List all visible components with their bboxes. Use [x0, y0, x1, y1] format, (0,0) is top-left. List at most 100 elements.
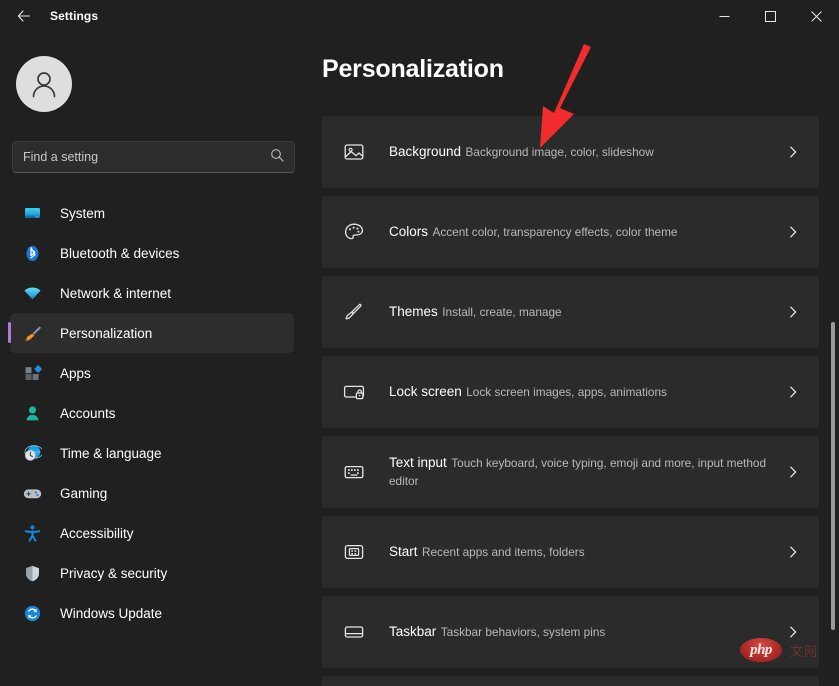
minimize-button[interactable]	[701, 0, 747, 32]
card-text: Themes Install, create, manage	[389, 303, 783, 321]
card-text: Background Background image, color, slid…	[389, 143, 783, 161]
chevron-right-icon	[783, 545, 803, 559]
search-placeholder: Find a setting	[23, 150, 99, 164]
clock-globe-icon	[22, 443, 42, 463]
app-title: Settings	[50, 9, 99, 23]
card-text: Colors Accent color, transparency effect…	[389, 223, 783, 241]
chevron-right-icon	[783, 625, 803, 639]
apps-icon	[22, 363, 42, 383]
settings-card-lock-screen[interactable]: Lock screen Lock screen images, apps, an…	[322, 356, 819, 428]
sidebar-item-label: Gaming	[60, 485, 108, 501]
shield-icon	[22, 563, 42, 583]
settings-card-background[interactable]: Background Background image, color, slid…	[322, 116, 819, 188]
scrollbar[interactable]	[831, 32, 835, 686]
sidebar-item-gaming[interactable]: Gaming	[10, 473, 294, 513]
card-subtitle: Accent color, transparency effects, colo…	[432, 225, 678, 239]
title-bar: Settings	[0, 0, 839, 32]
sidebar-item-apps[interactable]: Apps	[10, 353, 294, 393]
maximize-icon	[764, 10, 776, 22]
sidebar-item-label: Time & language	[60, 445, 162, 461]
page-title: Personalization	[322, 55, 504, 83]
sidebar-item-label: Personalization	[60, 325, 153, 341]
scrollbar-thumb[interactable]	[831, 322, 835, 630]
sidebar-item-label: Accessibility	[60, 525, 134, 541]
sidebar-item-label: Apps	[60, 365, 91, 381]
settings-card-fonts[interactable]: Fonts Install, manage	[322, 676, 819, 686]
back-arrow-icon	[17, 10, 30, 22]
sidebar-item-bluetooth-devices[interactable]: Bluetooth & devices	[10, 233, 294, 273]
start-icon	[340, 541, 368, 563]
card-title: Background	[389, 144, 462, 159]
brush-icon	[340, 301, 368, 323]
lock-screen-icon	[340, 381, 368, 403]
update-icon	[22, 603, 42, 623]
card-text: Lock screen Lock screen images, apps, an…	[389, 383, 783, 401]
sidebar-item-label: Privacy & security	[60, 565, 168, 581]
settings-card-list: Background Background image, color, slid…	[322, 116, 819, 686]
sidebar-item-label: Accounts	[60, 405, 116, 421]
sidebar-item-personalization[interactable]: Personalization	[8, 313, 294, 353]
card-text: Text input Touch keyboard, voice typing,…	[389, 454, 783, 490]
sidebar-item-time-language[interactable]: Time & language	[10, 433, 294, 473]
card-subtitle: Taskbar behaviors, system pins	[440, 625, 606, 639]
monitor-icon	[22, 203, 42, 223]
sidebar-item-label: Bluetooth & devices	[60, 245, 180, 261]
sidebar-item-accessibility[interactable]: Accessibility	[10, 513, 294, 553]
sidebar-item-accounts[interactable]: Accounts	[10, 393, 294, 433]
back-button[interactable]	[8, 0, 40, 32]
settings-card-start[interactable]: Start Recent apps and items, folders	[322, 516, 819, 588]
gamepad-icon	[22, 483, 42, 503]
settings-card-text-input[interactable]: Text input Touch keyboard, voice typing,…	[322, 436, 819, 508]
palette-icon	[340, 221, 368, 243]
image-icon	[340, 141, 368, 163]
keyboard-icon	[340, 461, 368, 483]
chevron-right-icon	[783, 305, 803, 319]
sidebar-item-label: Windows Update	[60, 605, 163, 621]
chevron-right-icon	[783, 465, 803, 479]
card-text: Taskbar Taskbar behaviors, system pins	[389, 623, 783, 641]
sidebar-item-network-internet[interactable]: Network & internet	[10, 273, 294, 313]
main-content: Personalization Background Background im…	[310, 32, 839, 686]
sidebar-item-system[interactable]: System	[10, 193, 294, 233]
paintbrush-icon	[22, 323, 42, 343]
close-icon	[810, 10, 822, 22]
sidebar-nav: System Bluetooth & devices Network & int…	[0, 193, 310, 633]
user-avatar-icon	[32, 72, 56, 98]
card-subtitle: Install, create, manage	[442, 305, 562, 319]
card-title: Text input	[389, 455, 447, 470]
chevron-right-icon	[783, 385, 803, 399]
watermark-chinese-text: 文网	[790, 644, 819, 659]
search-input[interactable]: Find a setting	[12, 141, 295, 173]
chevron-right-icon	[783, 145, 803, 159]
minimize-icon	[719, 15, 729, 17]
sidebar-item-windows-update[interactable]: Windows Update	[10, 593, 294, 633]
card-subtitle: Lock screen images, apps, animations	[466, 385, 667, 399]
php-watermark: php	[740, 638, 782, 662]
settings-card-themes[interactable]: Themes Install, create, manage	[322, 276, 819, 348]
card-subtitle: Recent apps and items, folders	[421, 545, 585, 559]
settings-card-colors[interactable]: Colors Accent color, transparency effect…	[322, 196, 819, 268]
card-title: Taskbar	[389, 624, 437, 639]
sidebar-item-privacy-security[interactable]: Privacy & security	[10, 553, 294, 593]
wifi-icon	[22, 283, 42, 303]
maximize-button[interactable]	[747, 0, 793, 32]
close-button[interactable]	[793, 0, 839, 32]
sidebar: Find a setting System Bluetooth & device…	[0, 32, 310, 686]
card-title: Start	[389, 544, 418, 559]
card-title: Colors	[389, 224, 429, 239]
accessibility-icon	[22, 523, 42, 543]
settings-window: Settings Find a setting System Bluetooth…	[0, 0, 839, 686]
card-title: Lock screen	[389, 384, 462, 399]
sidebar-item-label: Network & internet	[60, 285, 172, 301]
bluetooth-icon	[22, 243, 42, 263]
search-icon	[270, 148, 284, 167]
avatar[interactable]	[16, 56, 72, 112]
window-controls	[701, 0, 839, 32]
card-text: Start Recent apps and items, folders	[389, 543, 783, 561]
chevron-right-icon	[783, 225, 803, 239]
sidebar-item-label: System	[60, 205, 106, 221]
card-title: Themes	[389, 304, 438, 319]
taskbar-icon	[340, 621, 368, 643]
person-icon	[22, 403, 42, 423]
card-subtitle: Background image, color, slideshow	[465, 145, 654, 159]
